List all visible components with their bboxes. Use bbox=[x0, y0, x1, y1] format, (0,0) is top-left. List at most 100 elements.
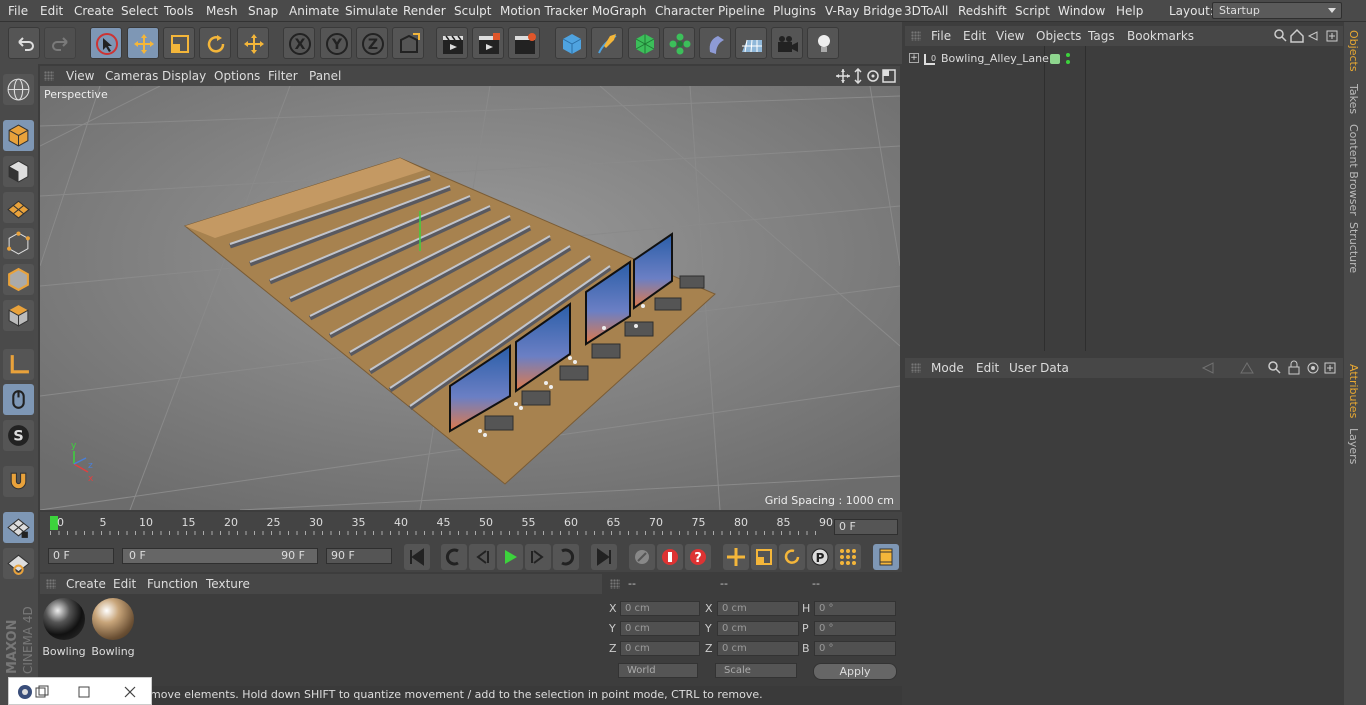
tweak-mode-button[interactable] bbox=[3, 384, 34, 415]
object-manager-tools[interactable] bbox=[1273, 28, 1341, 44]
object-menu-file[interactable]: File bbox=[931, 29, 951, 43]
viewport-menu-options[interactable]: Options bbox=[214, 69, 260, 83]
planar-workplane-button[interactable] bbox=[3, 548, 34, 579]
end-frame-field[interactable]: 90 F bbox=[326, 548, 392, 564]
expand-plus-icon[interactable]: + bbox=[909, 53, 919, 63]
undo-button[interactable] bbox=[8, 27, 40, 59]
menu-pipeline[interactable]: Pipeline bbox=[718, 4, 765, 18]
menu-mesh[interactable]: Mesh bbox=[206, 4, 238, 18]
play-button[interactable] bbox=[497, 544, 523, 570]
next-key-button[interactable] bbox=[553, 544, 579, 570]
timeline-track[interactable]: 0 5 10 15 20 25 30 35 40 45 50 55 60 65 70 75 80 85 90 bbox=[50, 516, 833, 535]
autokey-button[interactable]: ? bbox=[685, 544, 711, 570]
key-scale-button[interactable] bbox=[751, 544, 777, 570]
key-parameter-button[interactable]: P bbox=[807, 544, 833, 570]
x-axis-lock-button[interactable]: X bbox=[283, 27, 315, 59]
size-y-field[interactable]: 0 cm bbox=[717, 621, 799, 636]
menu-edit[interactable]: Edit bbox=[40, 4, 63, 18]
menu-script[interactable]: Script bbox=[1015, 4, 1050, 18]
viewport-menu-display[interactable]: Display bbox=[162, 69, 206, 83]
camera-button[interactable] bbox=[771, 27, 803, 59]
pen-spline-button[interactable] bbox=[591, 27, 623, 59]
current-frame-field[interactable]: 0 F bbox=[834, 519, 898, 535]
deformer-button[interactable] bbox=[699, 27, 731, 59]
menu-vray-bridge[interactable]: V-Ray Bridge bbox=[825, 4, 902, 18]
make-editable-button[interactable] bbox=[3, 74, 34, 105]
size-x-field[interactable]: 0 cm bbox=[717, 601, 799, 616]
menu-render[interactable]: Render bbox=[403, 4, 446, 18]
attribute-menu-mode[interactable]: Mode bbox=[931, 361, 964, 375]
object-menu-edit[interactable]: Edit bbox=[963, 29, 986, 43]
menu-animate[interactable]: Animate bbox=[289, 4, 339, 18]
prev-frame-button[interactable] bbox=[469, 544, 495, 570]
menu-snap[interactable]: Snap bbox=[248, 4, 278, 18]
timeline-ruler[interactable]: 0 5 10 15 20 25 30 35 40 45 50 55 60 65 70 75 80 85 90 0 F bbox=[40, 512, 902, 542]
attribute-menu-user-data[interactable]: User Data bbox=[1009, 361, 1069, 375]
perspective-viewport[interactable]: y z x Perspective Grid Spacing : 1000 cm bbox=[40, 86, 900, 510]
maximize-icon[interactable] bbox=[77, 685, 91, 699]
material-menu-texture[interactable]: Texture bbox=[206, 577, 250, 591]
size-mode-select[interactable]: Scale bbox=[715, 663, 797, 678]
points-mode-button[interactable] bbox=[3, 228, 34, 259]
material-menu-edit[interactable]: Edit bbox=[113, 577, 136, 591]
viewport-menu-panel[interactable]: Panel bbox=[309, 69, 341, 83]
viewport-menu-filter[interactable]: Filter bbox=[268, 69, 298, 83]
cube-object-button[interactable] bbox=[555, 27, 587, 59]
cloner-button[interactable] bbox=[663, 27, 695, 59]
coordinate-system-button[interactable] bbox=[392, 27, 424, 59]
restore-icon[interactable] bbox=[35, 685, 49, 699]
material-menu-function[interactable]: Function bbox=[147, 577, 198, 591]
render-settings-button[interactable] bbox=[508, 27, 540, 59]
pos-y-field[interactable]: 0 cm bbox=[620, 621, 700, 636]
editor-visibility-dot-icon[interactable] bbox=[1066, 53, 1070, 57]
render-visibility-dot-icon[interactable] bbox=[1066, 60, 1070, 64]
object-menu-objects[interactable]: Objects bbox=[1036, 29, 1081, 43]
goto-end-button[interactable] bbox=[591, 544, 617, 570]
tab-attributes[interactable]: Attributes bbox=[1347, 364, 1360, 418]
model-mode-button[interactable] bbox=[3, 120, 34, 151]
light-button[interactable] bbox=[807, 27, 839, 59]
workplane-lock-button[interactable] bbox=[3, 512, 34, 543]
next-frame-button[interactable] bbox=[525, 544, 551, 570]
tab-objects[interactable]: Objects bbox=[1347, 30, 1360, 72]
object-name[interactable]: Bowling_Alley_Lane bbox=[941, 52, 1049, 65]
pos-z-field[interactable]: 0 cm bbox=[620, 641, 700, 656]
material-swatch[interactable]: Bowling bbox=[41, 598, 87, 658]
menu-help[interactable]: Help bbox=[1116, 4, 1143, 18]
render-to-picture-viewer-button[interactable] bbox=[472, 27, 504, 59]
rot-p-field[interactable]: 0 ° bbox=[814, 621, 896, 636]
y-axis-lock-button[interactable]: Y bbox=[320, 27, 352, 59]
edges-mode-button[interactable] bbox=[3, 264, 34, 295]
menu-plugins[interactable]: Plugins bbox=[773, 4, 816, 18]
tab-structure[interactable]: Structure bbox=[1347, 222, 1360, 273]
size-z-field[interactable]: 0 cm bbox=[717, 641, 799, 656]
timeline-editor-button[interactable] bbox=[873, 544, 899, 570]
menu-select[interactable]: Select bbox=[121, 4, 158, 18]
start-frame-field[interactable]: 0 F bbox=[48, 548, 114, 564]
subdivision-surface-button[interactable] bbox=[628, 27, 660, 59]
layer-color-icon[interactable] bbox=[1050, 54, 1060, 64]
render-view-button[interactable] bbox=[436, 27, 468, 59]
menu-simulate[interactable]: Simulate bbox=[345, 4, 398, 18]
menu-tools[interactable]: Tools bbox=[164, 4, 194, 18]
object-menu-view[interactable]: View bbox=[996, 29, 1024, 43]
axis-mode-button[interactable] bbox=[3, 349, 34, 380]
menu-file[interactable]: File bbox=[8, 4, 28, 18]
snap-toggle-button[interactable] bbox=[3, 466, 34, 497]
viewport-menu-view[interactable]: View bbox=[66, 69, 94, 83]
prev-key-button[interactable] bbox=[441, 544, 467, 570]
tab-takes[interactable]: Takes bbox=[1347, 84, 1360, 114]
z-axis-lock-button[interactable]: Z bbox=[356, 27, 388, 59]
floor-environment-button[interactable] bbox=[735, 27, 767, 59]
rotate-tool-button[interactable] bbox=[199, 27, 231, 59]
material-menu-create[interactable]: Create bbox=[66, 577, 106, 591]
key-position-button[interactable] bbox=[723, 544, 749, 570]
attribute-menu-edit[interactable]: Edit bbox=[976, 361, 999, 375]
goto-start-button[interactable] bbox=[404, 544, 430, 570]
move-tool-button[interactable] bbox=[127, 27, 159, 59]
key-pla-button[interactable] bbox=[835, 544, 861, 570]
attribute-manager-tools[interactable] bbox=[1201, 360, 1341, 376]
menu-window[interactable]: Window bbox=[1058, 4, 1105, 18]
texture-mode-button[interactable] bbox=[3, 156, 34, 187]
menu-sculpt[interactable]: Sculpt bbox=[454, 4, 491, 18]
